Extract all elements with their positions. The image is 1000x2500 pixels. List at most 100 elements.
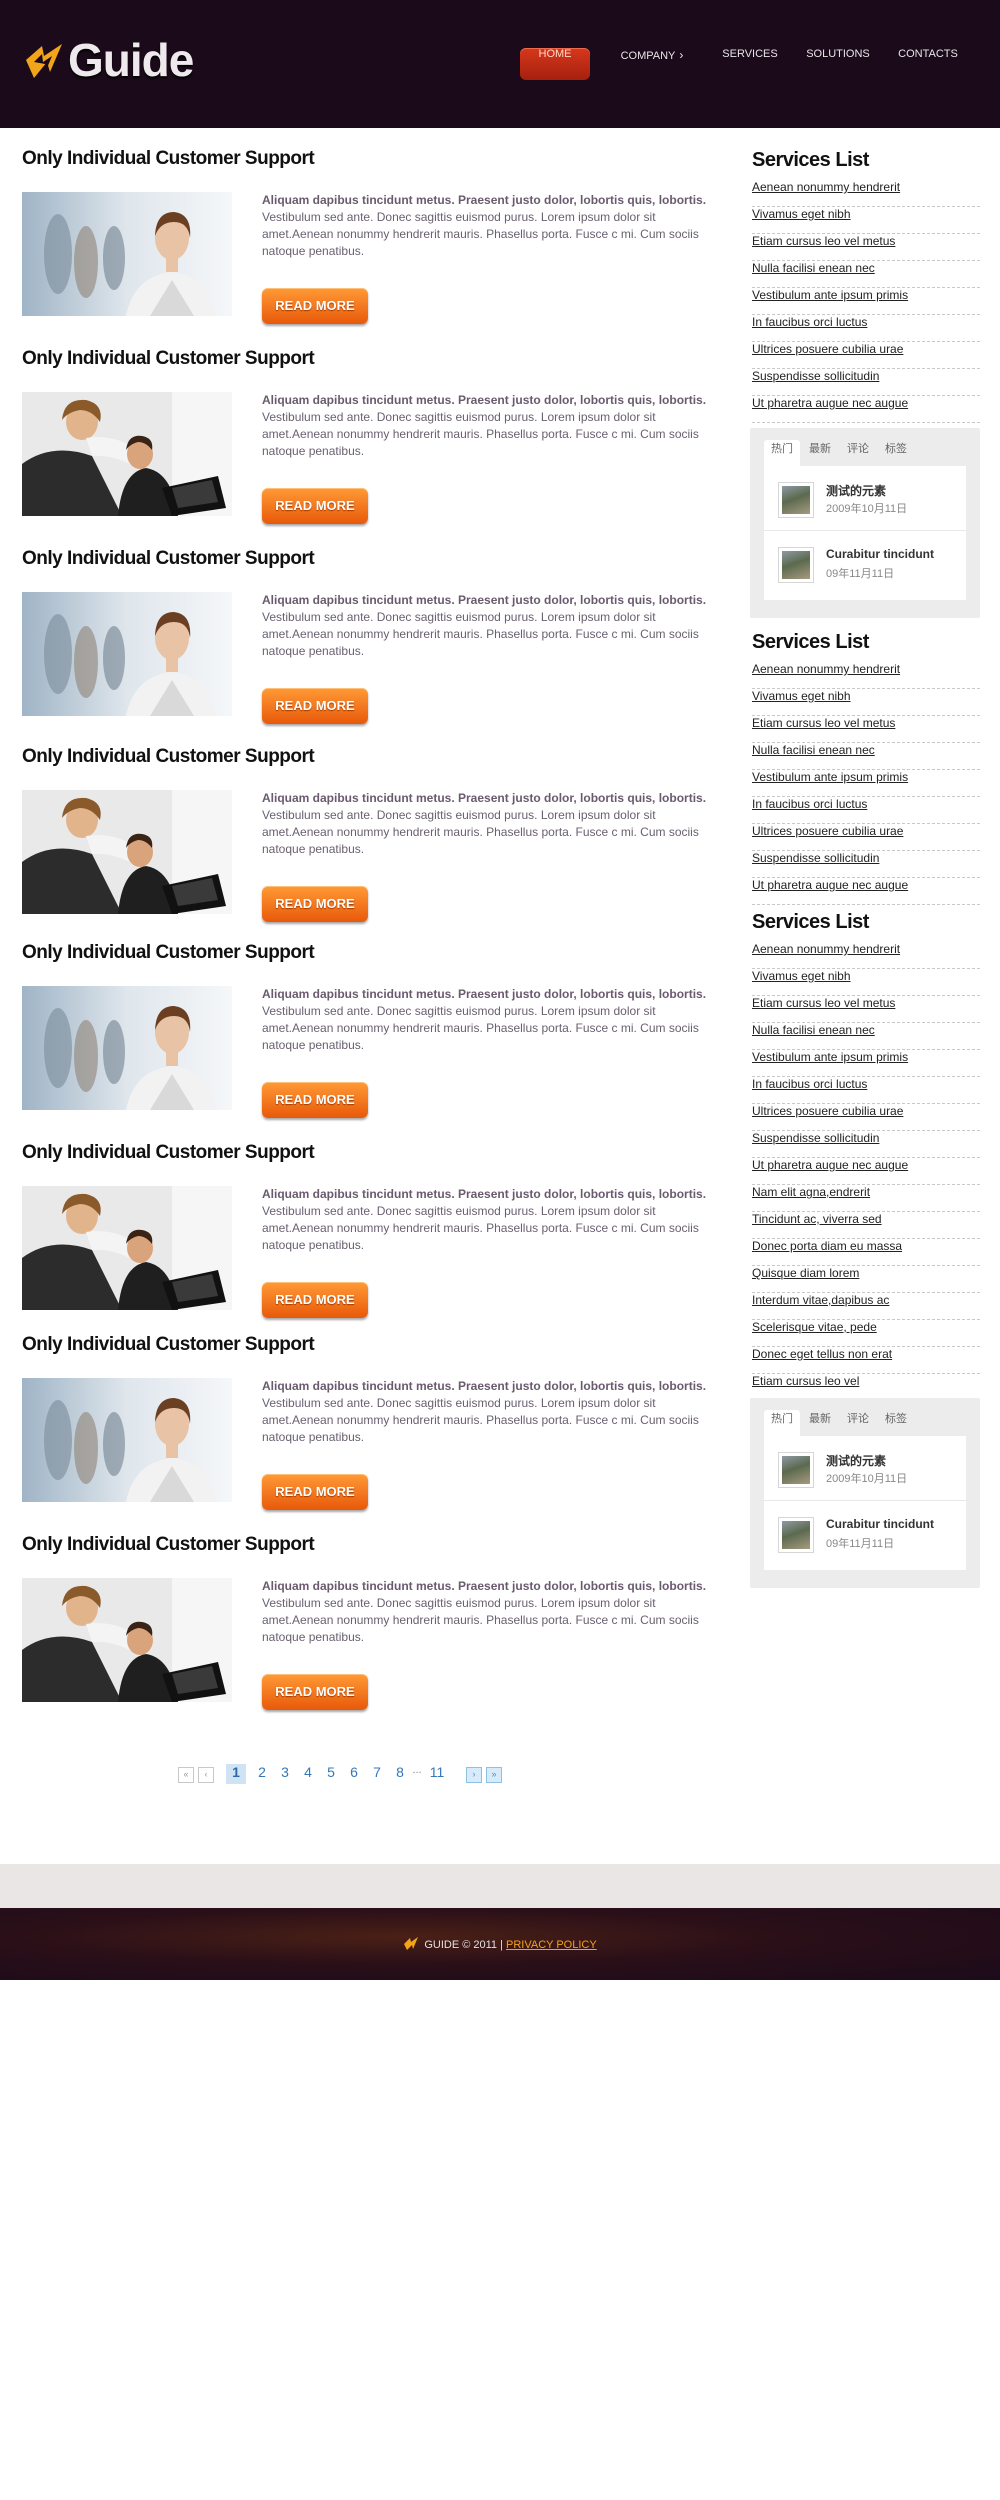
read-more-button[interactable]: READ MORE	[262, 1082, 368, 1118]
page-link-last[interactable]: 11	[428, 1764, 446, 1784]
entry-title[interactable]: Curabitur tincidunt	[826, 547, 934, 561]
recent-entry[interactable]: 测试的元素 2009年10月11日	[764, 466, 966, 531]
tab-panel: 测试的元素 2009年10月11日 Curabitur tincidunt 09…	[764, 466, 966, 600]
services-list-item[interactable]: Vivamus eget nibh	[752, 969, 980, 996]
services-list-item[interactable]: Ut pharetra augue nec augue	[752, 396, 980, 423]
services-list-item[interactable]: Quisque diam lorem	[752, 1266, 980, 1293]
footer-line: GUIDE © 2011 | PRIVACY POLICY	[0, 1936, 1000, 1951]
services-list-item[interactable]: In faucibus orci luctus	[752, 1077, 980, 1104]
services-list-item[interactable]: Donec porta diam eu massa	[752, 1239, 980, 1266]
nav-services[interactable]: SERVICES	[702, 48, 798, 80]
widget-tab[interactable]: 最新	[802, 440, 838, 466]
services-list-item[interactable]: Vestibulum ante ipsum primis	[752, 770, 980, 797]
read-more-button[interactable]: READ MORE	[262, 1282, 368, 1318]
services-list-item[interactable]: Ultrices posuere cubilia urae	[752, 1104, 980, 1131]
read-more-button[interactable]: READ MORE	[262, 488, 368, 524]
entry-thumbnail	[778, 482, 814, 518]
widget-tab[interactable]: 最新	[802, 1410, 838, 1436]
site-header: Guide HOME COMPANY › SERVICES SOLUTIONS C…	[0, 0, 1000, 128]
nav-label: SOLUTIONS	[806, 48, 870, 60]
nav-company[interactable]: COMPANY ›	[604, 48, 700, 80]
services-list-item[interactable]: Aenean nonummy hendrerit	[752, 942, 980, 969]
post: Only Individual Customer Support Aliquam …	[22, 1142, 722, 1342]
services-list-item[interactable]: Aenean nonummy hendrerit	[752, 662, 980, 689]
entry-title[interactable]: Curabitur tincidunt	[826, 1517, 934, 1531]
read-more-button[interactable]: READ MORE	[262, 1674, 368, 1710]
footer-band	[0, 1864, 1000, 1908]
post-title: Only Individual Customer Support	[22, 942, 315, 963]
widget-tab[interactable]: 标签	[878, 1410, 914, 1436]
post-body: Vestibulum sed ante. Donec sagittis euis…	[262, 808, 699, 856]
services-list-item[interactable]: In faucibus orci luctus	[752, 315, 980, 342]
services-list-1: Services List Aenean nonummy hendrerit Vi…	[752, 148, 980, 423]
services-list-item[interactable]: Etiam cursus leo vel	[752, 1374, 980, 1401]
post-body: Vestibulum sed ante. Donec sagittis euis…	[262, 1596, 699, 1644]
page-link[interactable]: 8	[394, 1764, 406, 1784]
services-list-item[interactable]: Etiam cursus leo vel metus	[752, 234, 980, 261]
last-page-button[interactable]: »	[486, 1767, 502, 1783]
widget-tab[interactable]: 标签	[878, 440, 914, 466]
services-list-item[interactable]: Suspendisse sollicitudin	[752, 1131, 980, 1158]
page-link[interactable]: 3	[279, 1764, 291, 1784]
services-list-item[interactable]: Scelerisque vitae, pede	[752, 1320, 980, 1347]
services-list-item[interactable]: Vestibulum ante ipsum primis	[752, 1050, 980, 1077]
services-list-item[interactable]: Ultrices posuere cubilia urae	[752, 824, 980, 851]
nav-contacts[interactable]: CONTACTS	[880, 48, 976, 80]
services-list-item[interactable]: Suspendisse sollicitudin	[752, 369, 980, 396]
services-list-item[interactable]: Donec eget tellus non erat	[752, 1347, 980, 1374]
post-excerpt: Aliquam dapibus tincidunt metus. Praesen…	[262, 1578, 722, 1646]
next-page-button[interactable]: ›	[466, 1767, 482, 1783]
widget-tab[interactable]: 热门	[764, 440, 800, 466]
entry-title[interactable]: 测试的元素	[826, 1452, 886, 1469]
prev-page-button[interactable]: ‹	[198, 1767, 214, 1783]
services-list-2: Services List Aenean nonummy hendrerit Vi…	[752, 630, 980, 905]
read-more-button[interactable]: READ MORE	[262, 688, 368, 724]
logo-text: Guide	[68, 34, 194, 86]
post: Only Individual Customer Support Aliquam …	[22, 348, 722, 548]
widget-tab[interactable]: 评论	[840, 440, 876, 466]
widget-tab[interactable]: 热门	[764, 1410, 800, 1436]
services-list-item[interactable]: Nulla facilisi enean nec	[752, 261, 980, 288]
services-list-item[interactable]: Ut pharetra augue nec augue	[752, 878, 980, 905]
page-link[interactable]: 7	[371, 1764, 383, 1784]
page-link[interactable]: 4	[302, 1764, 314, 1784]
post-lead: Aliquam dapibus tincidunt metus. Praesen…	[262, 393, 707, 407]
services-list-item[interactable]: In faucibus orci luctus	[752, 797, 980, 824]
page-current[interactable]: 1	[226, 1764, 246, 1784]
tab-widget-2: 热门 最新 评论 标签 测试的元素 2009年10月11日 Curabitur tin…	[750, 1398, 980, 1588]
read-more-button[interactable]: READ MORE	[262, 288, 368, 324]
services-list-item[interactable]: Vivamus eget nibh	[752, 207, 980, 234]
widget-tab[interactable]: 评论	[840, 1410, 876, 1436]
page-link[interactable]: 5	[325, 1764, 337, 1784]
services-list-item[interactable]: Nulla facilisi enean nec	[752, 743, 980, 770]
services-list-item[interactable]: Etiam cursus leo vel metus	[752, 716, 980, 743]
nav-home[interactable]: HOME	[520, 48, 590, 80]
services-list-item[interactable]: Ut pharetra augue nec augue	[752, 1158, 980, 1185]
services-list-item[interactable]: Nam elit agna,endrerit	[752, 1185, 980, 1212]
recent-entry[interactable]: Curabitur tincidunt 09年11月11日	[764, 1501, 966, 1565]
post-excerpt: Aliquam dapibus tincidunt metus. Praesen…	[262, 790, 722, 858]
services-list-item[interactable]: Tincidunt ac, viverra sed	[752, 1212, 980, 1239]
post-body: Vestibulum sed ante. Donec sagittis euis…	[262, 610, 699, 658]
privacy-policy-link[interactable]: PRIVACY POLICY	[506, 1939, 597, 1951]
services-list-item[interactable]: Interdum vitae,dapibus ac	[752, 1293, 980, 1320]
read-more-button[interactable]: READ MORE	[262, 1474, 368, 1510]
services-list-item[interactable]: Vivamus eget nibh	[752, 689, 980, 716]
page-link[interactable]: 6	[348, 1764, 360, 1784]
recent-entry[interactable]: 测试的元素 2009年10月11日	[764, 1436, 966, 1501]
entry-date: 2009年10月11日	[826, 503, 908, 515]
services-list-item[interactable]: Nulla facilisi enean nec	[752, 1023, 980, 1050]
services-list-item[interactable]: Vestibulum ante ipsum primis	[752, 288, 980, 315]
first-page-button[interactable]: «	[178, 1767, 194, 1783]
post-title: Only Individual Customer Support	[22, 148, 315, 169]
services-list-item[interactable]: Suspendisse sollicitudin	[752, 851, 980, 878]
services-list-item[interactable]: Etiam cursus leo vel metus	[752, 996, 980, 1023]
recent-entry[interactable]: Curabitur tincidunt 09年11月11日	[764, 531, 966, 595]
page-link[interactable]: 2	[256, 1764, 268, 1784]
entry-title[interactable]: 测试的元素	[826, 482, 886, 499]
nav-solutions[interactable]: SOLUTIONS	[790, 48, 886, 80]
site-footer: GUIDE © 2011 | PRIVACY POLICY	[0, 1908, 1000, 1980]
services-list-item[interactable]: Ultrices posuere cubilia urae	[752, 342, 980, 369]
services-list-item[interactable]: Aenean nonummy hendrerit	[752, 180, 980, 207]
read-more-button[interactable]: READ MORE	[262, 886, 368, 922]
